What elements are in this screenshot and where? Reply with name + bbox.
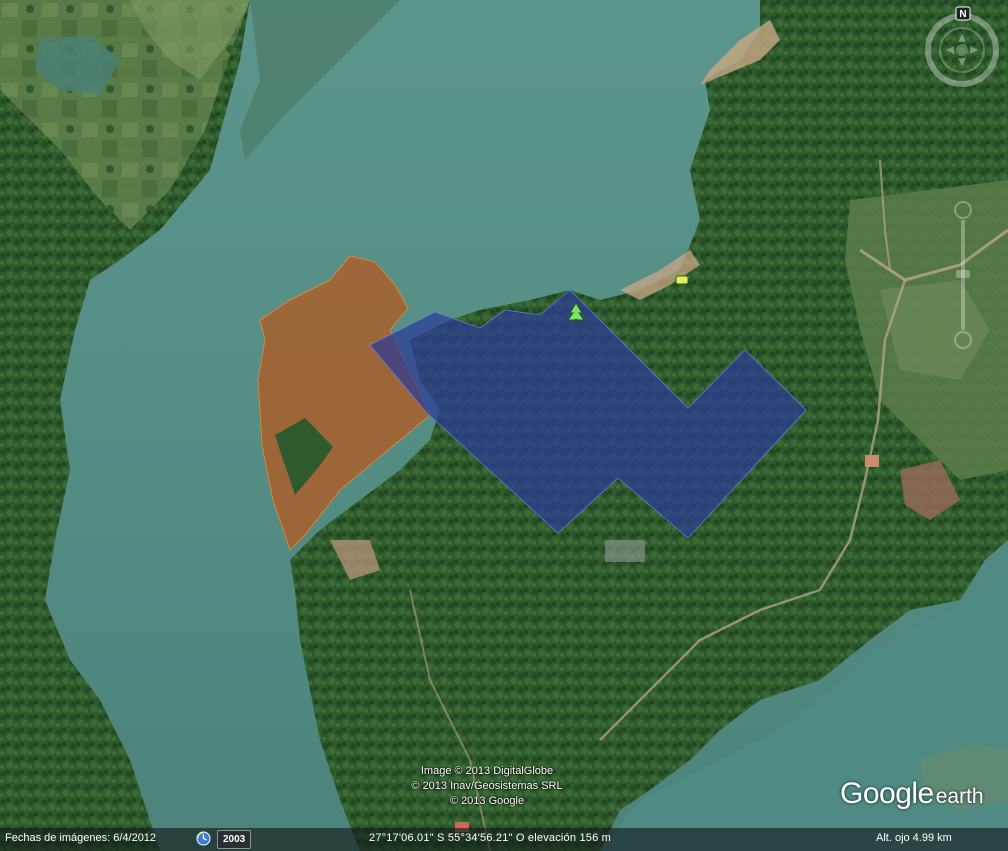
status-bar: Fechas de imágenes: 6/4/2012 2003 27°17'…	[0, 828, 1008, 851]
navigation-compass[interactable]: N	[918, 4, 1006, 92]
north-button[interactable]: N	[955, 6, 971, 21]
eye-altitude: Alt. ojo 4.99 km	[876, 832, 952, 844]
zoom-out-icon[interactable]	[954, 331, 972, 349]
zoom-slider[interactable]	[952, 200, 974, 350]
tree-trunk	[575, 319, 578, 322]
north-label: N	[959, 9, 966, 20]
map-view[interactable]: N Image © 2013 DigitalGlobe © 2013 Inav/…	[0, 0, 1008, 851]
pan-up-arrow-icon[interactable]	[958, 34, 966, 42]
cursor-coordinates: 27°17'06.01" S 55°34'56.21" O elevación …	[369, 832, 612, 844]
boat-placemark[interactable]	[675, 275, 689, 285]
imagery-date: Fechas de imágenes: 6/4/2012	[5, 832, 157, 844]
logo-earth-text: earth	[935, 785, 984, 808]
logo-google-text: Google	[840, 777, 934, 810]
google-earth-logo: Googleearth	[840, 777, 984, 811]
satellite-imagery[interactable]	[0, 0, 1008, 851]
joystick-center[interactable]	[956, 44, 968, 56]
pan-right-arrow-icon[interactable]	[970, 46, 978, 54]
pan-down-arrow-icon[interactable]	[958, 58, 966, 66]
historical-imagery-year-button[interactable]: 2003	[217, 830, 252, 849]
zoom-handle[interactable]	[956, 270, 970, 278]
pan-left-arrow-icon[interactable]	[946, 46, 954, 54]
boat-icon	[675, 275, 689, 285]
historical-imagery-clock-icon[interactable]	[196, 831, 211, 846]
zoom-in-icon[interactable]	[954, 201, 972, 219]
building	[865, 455, 879, 467]
gray-clearing	[605, 540, 645, 562]
